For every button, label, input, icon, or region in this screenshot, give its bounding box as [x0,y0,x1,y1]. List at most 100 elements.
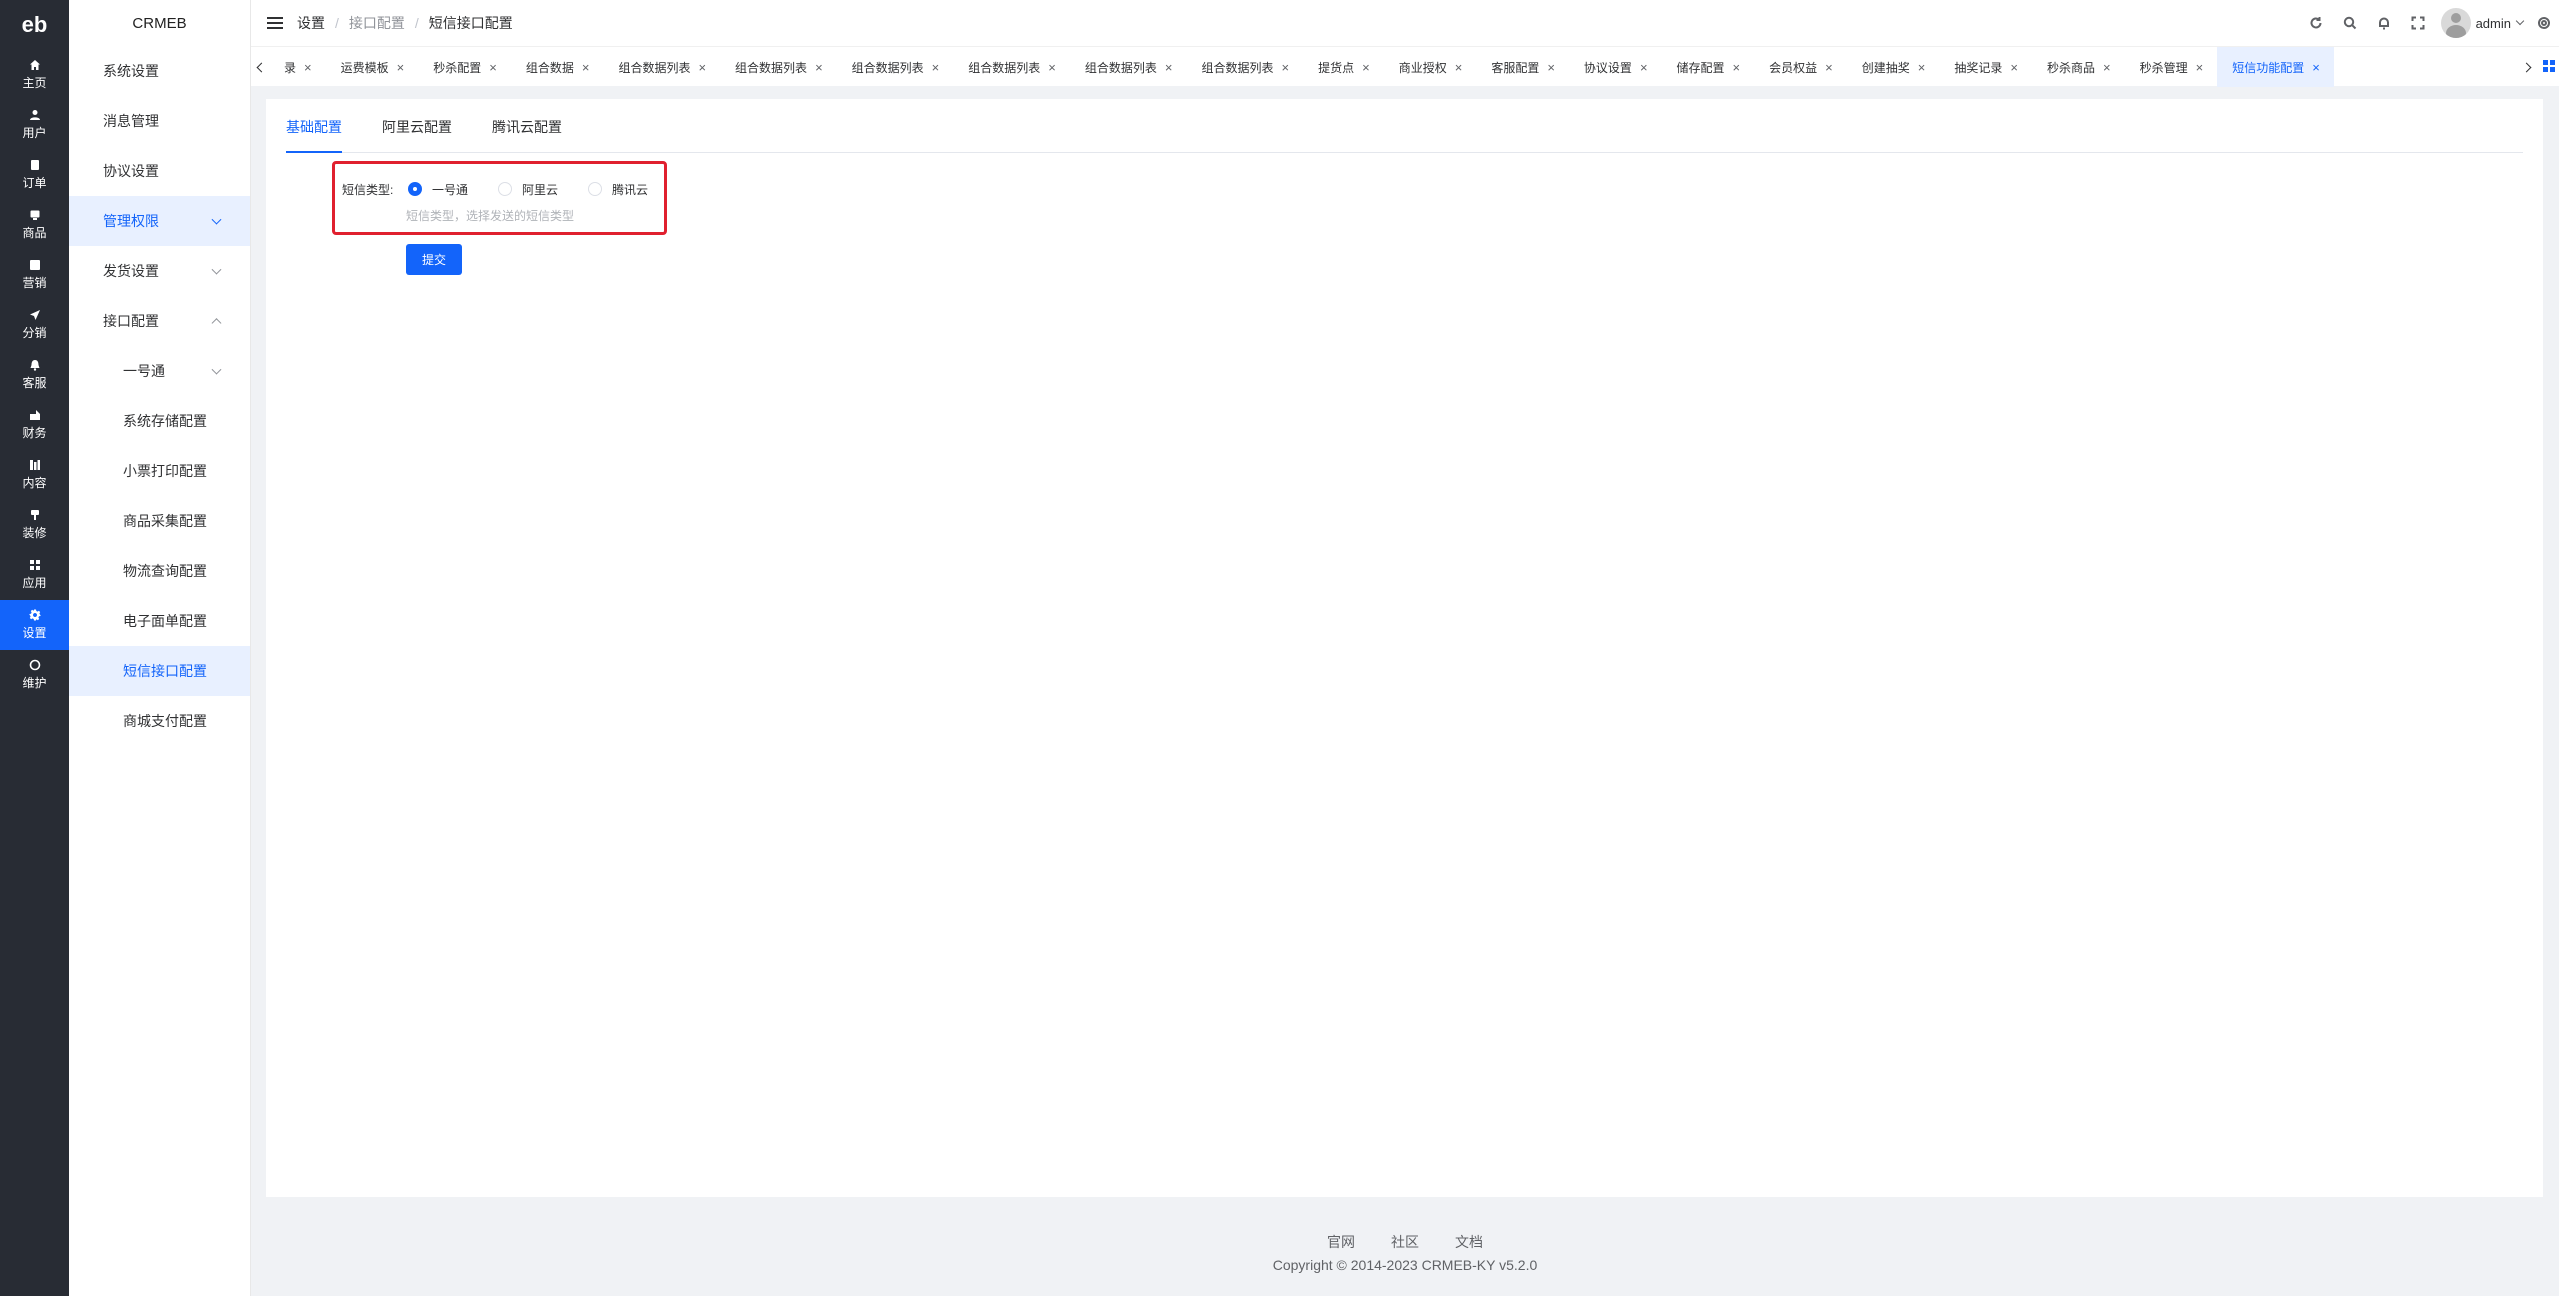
tab-item[interactable]: 组合数据列表 × [1186,47,1303,87]
close-icon[interactable]: × [1825,60,1833,75]
logo[interactable]: eb [0,0,69,50]
tab-item[interactable]: 组合数据列表 × [603,47,720,87]
close-icon[interactable]: × [1455,60,1463,75]
tab-item[interactable]: 创建抽奖 × [1847,47,1940,87]
footer-link-community[interactable]: 社区 [1391,1232,1419,1252]
tab-item[interactable]: 协议设置 × [1569,47,1662,87]
rail-item-user[interactable]: 用户 [0,100,69,150]
tab-aliyun-config[interactable]: 阿里云配置 [382,117,452,153]
tab-item[interactable]: 商业授权 × [1384,47,1477,87]
rail-item-service[interactable]: 客服 [0,350,69,400]
search-icon[interactable] [2333,0,2367,46]
rail-item-distribution[interactable]: 分销 [0,300,69,350]
tab-tencent-config[interactable]: 腾讯云配置 [492,117,562,153]
username[interactable]: admin [2476,16,2511,31]
tab-label: 短信功能配置 [2232,60,2305,75]
rail-item-goods[interactable]: 商品 [0,200,69,250]
menu-item-interface-config[interactable]: 接口配置 [69,296,250,346]
rail-item-settings[interactable]: 设置 [0,600,69,650]
close-icon[interactable]: × [304,60,312,75]
tab-basic-config[interactable]: 基础配置 [286,117,342,153]
chevron-down-icon[interactable] [2515,16,2525,26]
close-icon[interactable]: × [2312,60,2320,75]
tab-item[interactable]: 秒杀管理 × [2125,47,2218,87]
menu-item-e-waybill-config[interactable]: 电子面单配置 [69,596,250,646]
menu-item-yihaotong[interactable]: 一号通 [69,346,250,396]
menu-item-label: 商城支付配置 [123,713,207,729]
radio-aliyun[interactable]: 阿里云 [498,181,558,198]
menu-item-message-management[interactable]: 消息管理 [69,96,250,146]
menu-item-permissions[interactable]: 管理权限 [69,196,250,246]
breadcrumb-item[interactable]: 设置 [297,13,325,33]
fullscreen-icon[interactable] [2401,0,2435,46]
menu-item-logistics-query-config[interactable]: 物流查询配置 [69,546,250,596]
close-icon[interactable]: × [1547,60,1555,75]
refresh-icon[interactable] [2299,0,2333,46]
menu-item-delivery-settings[interactable]: 发货设置 [69,246,250,296]
close-icon[interactable]: × [815,60,823,75]
tabs-scroll-left-icon[interactable] [251,47,269,87]
menu-item-label: 接口配置 [103,313,159,329]
menu-item-sms-interface-config[interactable]: 短信接口配置 [69,646,250,696]
close-icon[interactable]: × [2196,60,2204,75]
tab-item[interactable]: 录 × [269,47,326,87]
tab-item[interactable]: 客服配置 × [1476,47,1569,87]
rail-item-maintain[interactable]: 维护 [0,650,69,700]
rail-item-content[interactable]: 内容 [0,450,69,500]
menu-item-receipt-print-config[interactable]: 小票打印配置 [69,446,250,496]
tabs-menu-grid-icon[interactable] [2543,60,2555,72]
menu-item-label: 一号通 [123,363,165,379]
close-icon[interactable]: × [698,60,706,75]
close-icon[interactable]: × [2103,60,2111,75]
menu-item-product-collect-config[interactable]: 商品采集配置 [69,496,250,546]
tab-item[interactable]: 提货点 × [1303,47,1384,87]
submit-button[interactable]: 提交 [406,244,462,275]
tab-item[interactable]: 抽奖记录 × [1939,47,2032,87]
rail-item-finance[interactable]: 财务 [0,400,69,450]
rail-item-apps[interactable]: 应用 [0,550,69,600]
tab-item[interactable]: 组合数据列表 × [953,47,1070,87]
footer-link-docs[interactable]: 文档 [1455,1232,1483,1252]
tab-item[interactable]: 组合数据列表 × [1070,47,1187,87]
menu-item-payment-config[interactable]: 商城支付配置 [69,696,250,746]
avatar[interactable] [2440,8,2471,38]
close-icon[interactable]: × [397,60,405,75]
notification-bell-icon[interactable] [2367,0,2401,46]
close-icon[interactable]: × [1640,60,1648,75]
rail-item-order[interactable]: 订单 [0,150,69,200]
tab-label: 组合数据列表 [968,60,1041,75]
tab-item[interactable]: 组合数据列表 × [837,47,954,87]
close-icon[interactable]: × [2010,60,2018,75]
close-icon[interactable]: × [489,60,497,75]
tab-item[interactable]: 秒杀配置 × [418,47,511,87]
close-icon[interactable]: × [1165,60,1173,75]
radio-tencent[interactable]: 腾讯云 [588,181,648,198]
footer-link-official[interactable]: 官网 [1327,1232,1355,1252]
tabs-scroll-right-icon[interactable] [2519,47,2537,87]
close-icon[interactable]: × [1048,60,1056,75]
close-icon[interactable]: × [1362,60,1370,75]
menu-item-agreement-settings[interactable]: 协议设置 [69,146,250,196]
tab-item[interactable]: 秒杀商品 × [2032,47,2125,87]
tab-item[interactable]: 组合数据列表 × [720,47,837,87]
breadcrumb-item[interactable]: 接口配置 [349,13,405,33]
menu-item-system-settings[interactable]: 系统设置 [69,46,250,96]
settings-gear-icon[interactable] [2533,0,2555,46]
menu-item-storage-config[interactable]: 系统存储配置 [69,396,250,446]
rail-label: 商品 [22,226,47,240]
close-icon[interactable]: × [932,60,940,75]
radio-yihaotong[interactable]: 一号通 [408,181,468,198]
rail-item-home[interactable]: 主页 [0,50,69,100]
tab-item[interactable]: 储存配置 × [1662,47,1755,87]
rail-item-decoration[interactable]: 装修 [0,500,69,550]
menu-toggle-icon[interactable] [267,17,283,29]
close-icon[interactable]: × [1282,60,1290,75]
tab-item[interactable]: 运费模板 × [326,47,419,87]
tab-item[interactable]: 组合数据 × [511,47,604,87]
close-icon[interactable]: × [1733,60,1741,75]
close-icon[interactable]: × [582,60,590,75]
tab-item-active[interactable]: 短信功能配置 × [2217,47,2334,87]
close-icon[interactable]: × [1918,60,1926,75]
tab-item[interactable]: 会员权益 × [1754,47,1847,87]
rail-item-marketing[interactable]: 营销 [0,250,69,300]
